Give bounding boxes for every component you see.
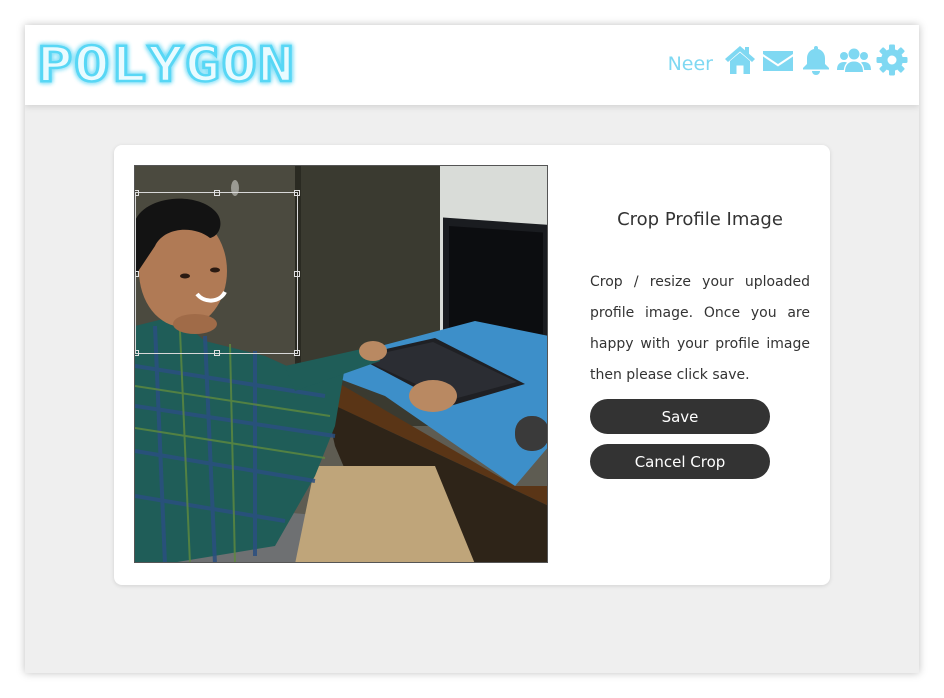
bell-icon[interactable] [799,43,833,77]
crop-selection-box[interactable] [135,190,300,356]
uploaded-profile-image[interactable] [134,165,548,563]
users-icon[interactable] [837,43,871,77]
crop-panel-title: Crop Profile Image [617,209,783,230]
crop-handle-top-left[interactable] [135,190,139,196]
crop-panel-description: Crop / resize your uploaded profile imag… [590,274,810,383]
crop-handle-bottom-middle[interactable] [214,350,220,356]
crop-handle-middle-right[interactable] [294,271,300,277]
username-label[interactable]: Neer [668,53,713,75]
header-nav: Neer [668,43,909,77]
envelope-icon[interactable] [761,43,795,77]
crop-handle-top-right[interactable] [294,190,300,196]
crop-card: Crop Profile Image Crop / resize your up… [114,145,830,585]
save-button[interactable]: Save [590,399,770,434]
logo-text: POLYGON [37,37,295,93]
home-icon[interactable] [723,43,757,77]
top-header: POLYGON Neer [25,25,919,105]
crop-handle-bottom-right[interactable] [294,350,300,356]
crop-handle-middle-left[interactable] [135,271,139,277]
polygon-logo[interactable]: POLYGON [33,35,303,95]
crop-handle-top-middle[interactable] [214,190,220,196]
gear-icon[interactable] [875,43,909,77]
app-frame: POLYGON Neer Crop Profile Image Crop / r… [25,25,919,673]
crop-handle-bottom-left[interactable] [135,350,139,356]
cancel-crop-button[interactable]: Cancel Crop [590,444,770,479]
